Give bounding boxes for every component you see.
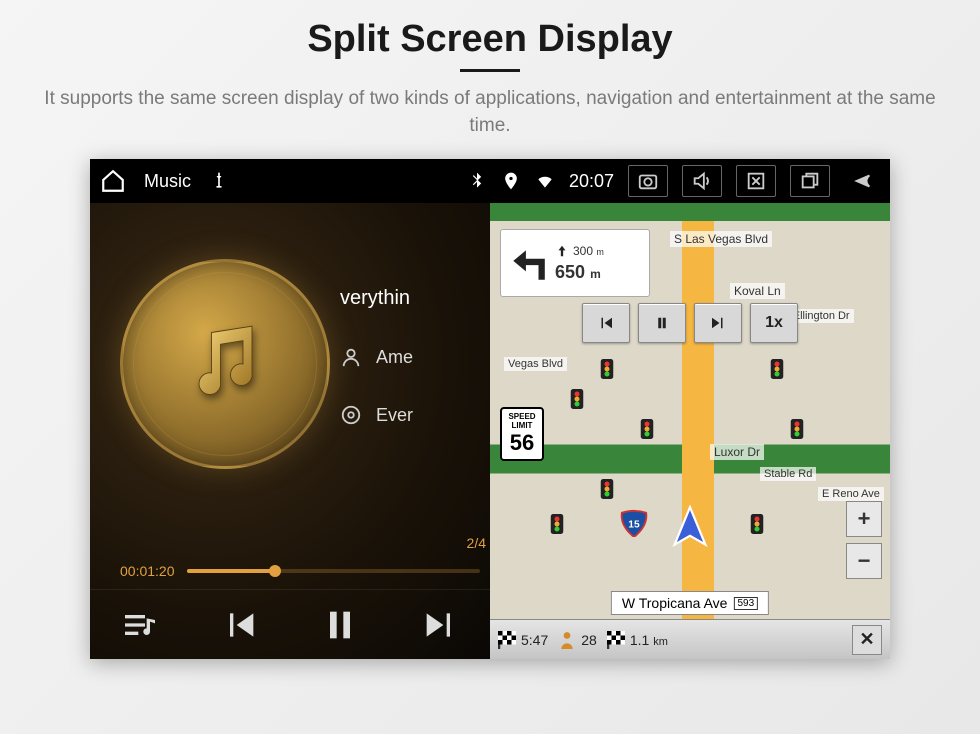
speed-limit-value: 56 — [510, 430, 534, 456]
album-art — [120, 259, 330, 469]
map-header-strip — [490, 203, 890, 221]
prev-track-button[interactable] — [220, 605, 260, 645]
traffic-light-icon — [600, 359, 614, 379]
music-note-icon — [180, 319, 270, 409]
pause-button[interactable] — [320, 605, 360, 645]
album-icon — [340, 404, 362, 426]
location-icon — [501, 171, 521, 191]
route-summary-bar: 5:47 28 1.1 km ✕ — [490, 619, 890, 659]
interstate-shield-icon: 15 — [620, 509, 648, 537]
progress-row: 00:01:20 — [120, 563, 480, 579]
street-label: Koval Ln — [730, 283, 785, 299]
turn-up-icon — [555, 244, 569, 258]
street-label: S Las Vegas Blvd — [670, 231, 772, 247]
flag-icon — [498, 631, 516, 649]
progress-slider[interactable] — [187, 569, 481, 573]
current-position-icon — [668, 505, 712, 549]
leg-distance-item: 1.1 km — [607, 631, 668, 649]
artist-name: Ame — [376, 347, 413, 368]
album-name: Ever — [376, 405, 413, 426]
turn-left-icon — [507, 242, 549, 284]
traffic-light-icon — [750, 514, 764, 534]
track-title: verythin — [340, 269, 480, 328]
elapsed-time: 00:01:20 — [120, 563, 175, 579]
track-counter: 2/4 — [467, 535, 486, 551]
bluetooth-icon — [467, 171, 487, 191]
next-distance: 300 m — [573, 244, 604, 258]
player-controls — [90, 589, 490, 659]
street-label: Vegas Blvd — [504, 357, 567, 371]
playlist-button[interactable] — [120, 605, 160, 645]
track-list: verythin Ame Ever — [340, 269, 480, 444]
leg-time-item: 28 — [558, 631, 597, 649]
navigation-pane[interactable]: S Las Vegas Blvd Koval Ln Duke Ellington… — [490, 159, 890, 659]
home-icon[interactable] — [100, 168, 126, 194]
street-label: Luxor Dr — [710, 444, 764, 460]
usb-icon — [209, 171, 229, 191]
app-title: Music — [144, 171, 191, 192]
clock: 20:07 — [569, 171, 614, 192]
street-label: E Reno Ave — [818, 487, 884, 501]
page-description: It supports the same screen display of t… — [40, 86, 940, 139]
wifi-icon — [535, 171, 555, 191]
sim-controls: 1x — [582, 303, 798, 343]
artist-icon — [340, 346, 362, 368]
traffic-light-icon — [770, 359, 784, 379]
traffic-light-icon — [550, 514, 564, 534]
turn-distance: 650 — [555, 262, 585, 282]
title-underline — [460, 69, 520, 72]
screenshot-button[interactable] — [628, 165, 668, 197]
sim-pause-button[interactable] — [638, 303, 686, 343]
traffic-light-icon — [600, 479, 614, 499]
sim-speed-button[interactable]: 1x — [750, 303, 798, 343]
turn-panel: 300 m 650 m — [500, 229, 650, 297]
page-title: Split Screen Display — [0, 18, 980, 61]
street-label: Stable Rd — [760, 467, 816, 481]
sim-prev-button[interactable] — [582, 303, 630, 343]
sim-next-button[interactable] — [694, 303, 742, 343]
device-frame: Music 20:07 — [90, 159, 890, 659]
person-icon — [558, 631, 576, 649]
flag-icon — [607, 631, 625, 649]
current-street-panel: W Tropicana Ave 593 — [611, 591, 769, 615]
next-track-button[interactable] — [420, 605, 460, 645]
recent-apps-button[interactable] — [790, 165, 830, 197]
route-badge: 593 — [733, 597, 758, 610]
traffic-light-icon — [640, 419, 654, 439]
zoom-in-button[interactable]: + — [846, 501, 882, 537]
eta-item: 5:47 — [498, 631, 548, 649]
close-button[interactable] — [736, 165, 776, 197]
route-close-button[interactable]: ✕ — [852, 625, 882, 655]
music-pane: verythin Ame Ever 2/4 00:01:20 — [90, 159, 490, 659]
back-button[interactable] — [844, 165, 880, 197]
zoom-out-button[interactable]: − — [846, 543, 882, 579]
svg-text:15: 15 — [628, 520, 640, 531]
status-bar: Music 20:07 — [90, 159, 890, 203]
volume-button[interactable] — [682, 165, 722, 197]
speed-limit-sign: SPEED LIMIT 56 — [500, 407, 544, 461]
traffic-light-icon — [570, 389, 584, 409]
traffic-light-icon — [790, 419, 804, 439]
